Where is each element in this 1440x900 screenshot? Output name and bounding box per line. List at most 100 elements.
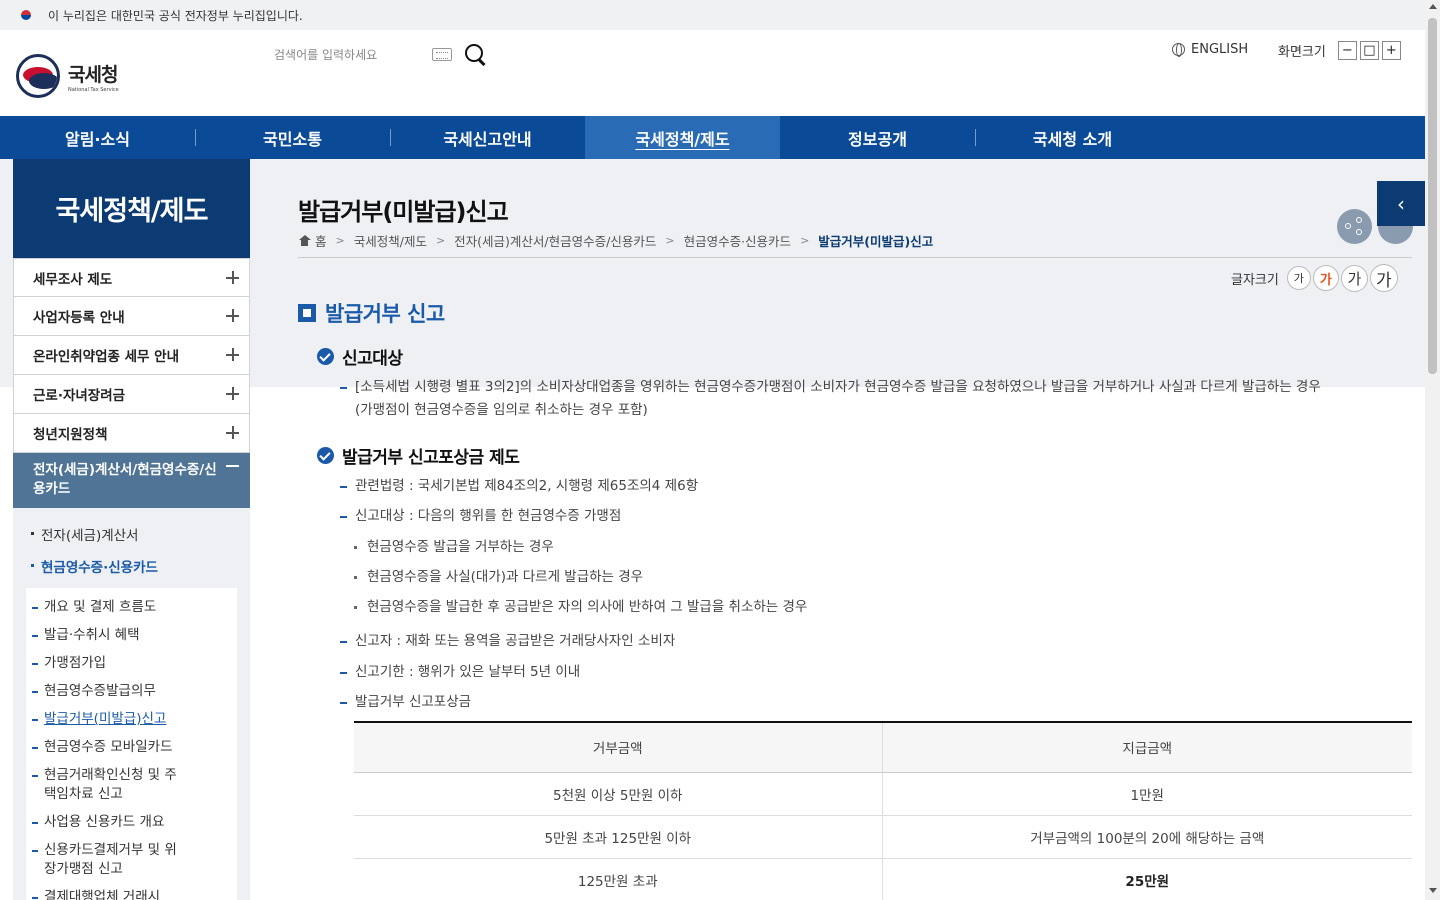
target-text: [소득세법 시행령 별표 3의2]의 소비자상대업종을 영위하는 현금영수증가맹…: [355, 379, 1321, 395]
minus-icon: [226, 465, 239, 478]
table-row: 5만원 초과 125만원 이하 거부금액의 100분의 20에 해당하는 금액: [354, 815, 1412, 859]
breadcrumb-item[interactable]: 현금영수증·신용카드: [684, 231, 791, 250]
section-heading-text: 발급거부 신고: [325, 302, 445, 326]
korea-flag-icon: [16, 8, 36, 22]
search-input[interactable]: 검색어를 입력하세요: [274, 46, 432, 63]
lnb-title: 국세정책/제도: [13, 159, 250, 258]
lnb-sub3-pg[interactable]: 결제대행업체 거래시: [26, 888, 237, 900]
scrollbar-thumb[interactable]: [1428, 18, 1437, 374]
english-label: ENGLISH: [1191, 42, 1249, 57]
logo-subtext: National Tax Service: [68, 86, 119, 93]
lnb-sub-cash-receipt[interactable]: 현금영수증·신용카드: [13, 556, 250, 588]
screen-zoom: 화면크기 − □ +: [1278, 41, 1401, 60]
lnb-sub3-refusal-report[interactable]: 발급거부(미발급)신고: [26, 710, 237, 729]
main-navigation: 알림·소식 국민소통 국세신고안내 국세정책/제도 정보공개 국세청 소개: [0, 116, 1425, 159]
chevron-right-icon: >: [335, 234, 345, 247]
english-link[interactable]: ENGLISH: [1172, 42, 1248, 57]
check-circle-icon: [317, 447, 334, 464]
globe-icon: [1172, 43, 1185, 57]
target-sub-item: 현금영수증을 사실(대가)과 다르게 발급하는 경우: [354, 567, 643, 587]
breadcrumb-item[interactable]: 국세정책/제도: [354, 231, 427, 250]
lnb-sub3-list: 개요 및 결제 흐름도 발급·수취시 혜택 가맹점가입 현금영수증발급의무 발급…: [26, 588, 237, 900]
lnb-sub3-card-refusal[interactable]: 신용카드결제거부 및 위장가맹점 신고: [26, 841, 186, 879]
lnb-item-tax-audit[interactable]: 세무조사 제도: [13, 258, 250, 297]
lnb-sub3-issuance-duty[interactable]: 현금영수증발급의무: [26, 682, 237, 701]
lnb-submenu: 전자(세금)계산서 현금영수증·신용카드 개요 및 결제 흐름도 발급·수취시 …: [13, 508, 250, 900]
nts-logo[interactable]: 국세청 National Tax Service: [16, 54, 119, 98]
breadcrumb-item[interactable]: 전자(세금)계산서/현금영수증/신용카드: [454, 231, 656, 250]
target-sub-item: 현금영수증 발급을 거부하는 경우: [354, 537, 554, 557]
scroll-up-icon[interactable]: [1429, 4, 1437, 9]
chevron-left-icon: ‹: [1397, 191, 1405, 216]
plus-icon: [226, 426, 239, 439]
lnb-sub3-merchant-join[interactable]: 가맹점가입: [26, 654, 237, 673]
nts-logo-mark-icon: [16, 54, 60, 98]
target-item: 신고대상 : 다음의 행위를 한 현금영수증 가맹점: [340, 505, 621, 528]
lnb-sub3-cash-transaction[interactable]: 현금거래확인신청 및 주택임차료 신고: [26, 766, 186, 804]
search-box: 검색어를 입력하세요: [274, 42, 494, 66]
lnb-item-business-registration[interactable]: 사업자등록 안내: [13, 297, 250, 336]
header: 국세청 National Tax Service 검색어를 입력하세요 ENGL…: [0, 30, 1425, 116]
scroll-down-icon[interactable]: [1429, 888, 1437, 893]
share-button[interactable]: [1337, 209, 1372, 244]
lnb-sub3-business-card[interactable]: 사업용 신용카드 개요: [26, 813, 237, 832]
font-size-control: 글자크기 가 가 가 가: [1231, 264, 1398, 292]
gnb-item-tax-policy[interactable]: 국세정책/제도: [585, 116, 780, 159]
lnb-item-label: 온라인취약업종 세무 안내: [33, 349, 180, 365]
quick-menu-toggle[interactable]: ‹: [1377, 181, 1425, 226]
lnb-sub-e-invoice[interactable]: 전자(세금)계산서: [13, 524, 250, 556]
plus-icon: [226, 387, 239, 400]
zoom-reset-button[interactable]: □: [1359, 41, 1379, 60]
zoom-out-button[interactable]: −: [1337, 41, 1357, 60]
table-cell: 5천원 이상 5만원 이하: [354, 772, 882, 816]
lnb-item-youth-support[interactable]: 청년지원정책: [13, 414, 250, 453]
lnb-sub3-mobile-card[interactable]: 현금영수증 모바일카드: [26, 738, 237, 757]
divider: [298, 257, 1412, 258]
plus-icon: [226, 309, 239, 322]
target-description: [소득세법 시행령 별표 3의2]의 소비자상대업종을 영위하는 현금영수증가맹…: [340, 376, 1410, 422]
font-size-default-button[interactable]: 가: [1312, 265, 1339, 291]
lnb-sub3-benefits[interactable]: 발급·수취시 혜택: [26, 626, 237, 645]
section-heading: 발급거부 신고: [298, 298, 445, 328]
font-size-large-button[interactable]: 가: [1340, 264, 1368, 292]
font-size-label: 글자크기: [1231, 272, 1279, 288]
plus-icon: [226, 271, 239, 284]
lnb-sub3-overview[interactable]: 개요 및 결제 흐름도: [26, 598, 237, 617]
vertical-scrollbar[interactable]: [1425, 0, 1440, 900]
breadcrumb-current: 발급거부(미발급)신고: [818, 234, 934, 249]
table-cell: 25만원: [881, 858, 1412, 900]
chevron-right-icon: >: [665, 234, 675, 247]
font-size-xlarge-button[interactable]: 가: [1369, 264, 1398, 292]
gov-notice-text: 이 누리집은 대한민국 공식 전자정부 누리집입니다.: [48, 8, 303, 23]
gnb-item-filing-guide[interactable]: 국세신고안내: [390, 116, 585, 159]
lnb-item-label: 청년지원정책: [33, 427, 108, 443]
breadcrumb-home[interactable]: 홈: [315, 231, 327, 250]
gnb-item-about[interactable]: 국세청 소개: [975, 116, 1170, 159]
gnb-item-disclosure[interactable]: 정보공개: [780, 116, 975, 159]
plus-icon: [226, 348, 239, 361]
lnb-item-e-invoice[interactable]: 전자(세금)계산서/현금영수증/신용카드: [13, 453, 250, 508]
gov-notice-bar[interactable]: 이 누리집은 대한민국 공식 전자정부 누리집입니다.: [0, 0, 1425, 30]
deadline-item: 신고기한 : 행위가 있은 날부터 5년 이내: [340, 661, 580, 684]
gnb-item-communication[interactable]: 국민소통: [195, 116, 390, 159]
side-navigation: 세무조사 제도 사업자등록 안내 온라인취약업종 세무 안내 근로·자녀장려금 …: [13, 258, 250, 900]
chevron-right-icon: >: [800, 234, 810, 247]
table-cell: 5만원 초과 125만원 이하: [354, 815, 882, 859]
target-sub-item: 현금영수증을 발급한 후 공급받은 자의 의사에 반하여 그 발급을 취소하는 …: [354, 597, 807, 617]
lnb-item-earned-income-credit[interactable]: 근로·자녀장려금: [13, 375, 250, 414]
lnb-item-label: 근로·자녀장려금: [33, 388, 126, 404]
virtual-keyboard-icon[interactable]: [432, 47, 452, 61]
square-bullet-icon: [298, 304, 316, 322]
subsection-heading-target: 신고대상: [317, 344, 403, 369]
lnb-item-online-vulnerable[interactable]: 온라인취약업종 세무 안내: [13, 336, 250, 375]
lnb-item-label: 사업자등록 안내: [33, 310, 125, 326]
gnb-item-notice[interactable]: 알림·소식: [0, 116, 195, 159]
subsection-heading-reward: 발급거부 신고포상금 제도: [317, 443, 520, 468]
reward-item: 발급거부 신고포상금: [340, 691, 471, 714]
breadcrumb: 홈 > 국세정책/제도 > 전자(세금)계산서/현금영수증/신용카드 > 현금영…: [298, 231, 933, 250]
font-size-small-button[interactable]: 가: [1286, 266, 1311, 290]
zoom-in-button[interactable]: +: [1381, 41, 1401, 60]
subsection-title: 신고대상: [342, 349, 403, 369]
home-icon[interactable]: [298, 235, 311, 246]
search-icon[interactable]: [464, 43, 486, 65]
